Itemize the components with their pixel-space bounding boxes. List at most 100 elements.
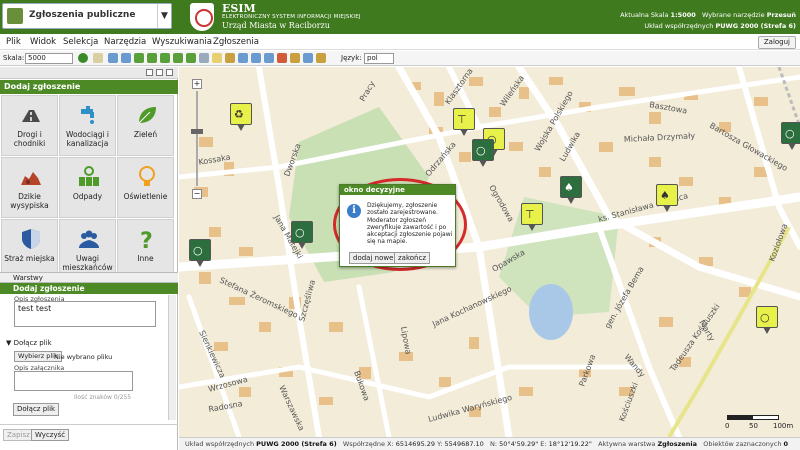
status-active-value: Zgłoszenia <box>657 440 697 448</box>
char-counter: Ilość znaków 0/255 <box>74 394 132 401</box>
status-n-value: 50°4'59.29" <box>499 440 539 448</box>
layers-title: Warstwy <box>13 274 43 282</box>
legend-icon[interactable] <box>316 53 326 63</box>
shield-icon <box>22 229 40 249</box>
chevron-down-icon[interactable]: ▼ <box>157 4 171 28</box>
select-icon[interactable] <box>199 53 209 63</box>
people-icon <box>79 230 99 248</box>
question-icon: ? <box>140 229 153 250</box>
tile-water[interactable]: Wodociągi i kanalizacja <box>59 95 116 156</box>
menu-widok[interactable]: Widok <box>30 37 56 47</box>
edit-icon[interactable] <box>290 53 300 63</box>
tile-label: Uwagi mieszkańców <box>62 254 113 272</box>
tile-residents-remarks[interactable]: Uwagi mieszkańców <box>59 219 116 280</box>
panel-strip <box>0 67 178 79</box>
tile-label: Inne <box>137 254 154 263</box>
tile-waste[interactable]: Odpady <box>59 157 116 218</box>
menu-wyszukiwania[interactable]: Wyszukiwania <box>152 37 212 47</box>
report-marker-lighting[interactable]: ○ <box>781 122 800 150</box>
report-marker-lighting[interactable]: ○ <box>472 139 494 167</box>
scale-input[interactable]: 5000 <box>25 53 73 64</box>
map-view[interactable]: Klasztorna Wileńska Wojska Polskiego Bas… <box>179 67 800 437</box>
leaf-icon <box>138 107 156 124</box>
tile-other[interactable]: ? Inne <box>117 219 174 280</box>
panel-close-icon[interactable] <box>166 69 173 76</box>
report-marker-lighting[interactable]: ○ <box>189 239 211 267</box>
panel-restore-icon[interactable] <box>146 69 153 76</box>
attachment-desc-textarea[interactable] <box>14 371 133 391</box>
status-selected-label: Obiektów zaznaczonych <box>703 440 782 448</box>
language-label: Język: <box>341 54 362 62</box>
street-label: Radosna <box>208 399 244 414</box>
menu-zgloszenia[interactable]: Zgłoszenia <box>213 37 259 47</box>
toolbar: Skala: 5000 Język: pol <box>0 51 800 66</box>
measure-icon[interactable] <box>251 53 261 63</box>
menu-plik[interactable]: Plik <box>6 37 21 47</box>
arrow-right-icon[interactable] <box>186 53 196 63</box>
layers-tool-icon[interactable] <box>264 53 274 63</box>
status-active-label: Aktywna warstwa <box>598 440 656 448</box>
finish-button[interactable]: zakończ <box>394 252 431 264</box>
report-marker-water[interactable]: ⊤ <box>521 203 543 231</box>
arrow-left-icon[interactable] <box>173 53 183 63</box>
form-buttons: Zapisz Wyczyść <box>0 424 178 444</box>
print-icon[interactable] <box>93 53 103 63</box>
tile-label: Wodociągi i kanalizacja <box>65 130 110 148</box>
street-label: Michała Drzymały <box>624 131 696 144</box>
lightbulb-icon <box>139 166 155 186</box>
info-tool-icon[interactable] <box>225 53 235 63</box>
road-icon <box>22 110 40 122</box>
tile-roads[interactable]: Drogi i chodniki <box>1 95 58 156</box>
pan-hand-icon[interactable] <box>212 53 222 63</box>
status-coords-label: Układ współrzędnych <box>185 440 255 448</box>
tile-lighting[interactable]: Oświetlenie <box>117 157 174 218</box>
menu-selekcja[interactable]: Selekcja <box>63 37 98 47</box>
go-icon[interactable] <box>78 53 88 63</box>
attach-section-title[interactable]: ▼ Dołącz plik <box>6 339 52 347</box>
layers-panel-toggle[interactable]: Warstwy <box>0 272 178 283</box>
export-icon[interactable] <box>303 53 313 63</box>
left-panel: Dodaj zgłoszenie Drogi i chodniki Wodoci… <box>0 67 178 450</box>
report-marker-water[interactable]: ⊤ <box>453 108 475 136</box>
description-textarea[interactable]: test test <box>14 301 156 327</box>
report-marker-greenery[interactable]: ♠ <box>656 184 678 212</box>
scale-input-label: Skala: <box>3 54 25 62</box>
tile-label: Odpady <box>72 192 103 201</box>
previous-view-icon[interactable] <box>147 53 157 63</box>
language-select[interactable]: pol <box>364 53 394 64</box>
next-view-icon[interactable] <box>160 53 170 63</box>
zoom-out-button[interactable]: − <box>192 189 202 199</box>
report-marker-lighting[interactable]: ○ <box>756 306 778 334</box>
save-button[interactable]: Zapisz <box>3 429 34 441</box>
zoom-in-button[interactable]: + <box>192 79 202 89</box>
login-button[interactable]: Zaloguj <box>757 36 796 49</box>
tile-illegal-dumps[interactable]: Dzikie wysypiska <box>1 157 58 218</box>
report-marker-lighting[interactable]: ○ <box>291 221 313 249</box>
brand-subtitle: ELEKTRONICZNY SYSTEM INFORMACJI MIEJSKIE… <box>222 14 361 20</box>
panel-maximize-icon[interactable] <box>156 69 163 76</box>
zoom-in-icon[interactable] <box>108 53 118 63</box>
add-new-button[interactable]: dodaj nowe <box>349 252 398 264</box>
dialog-title: okno decyzyjne <box>340 185 455 195</box>
tile-greenery[interactable]: Zieleń <box>117 95 174 156</box>
zoom-slider-handle[interactable] <box>191 129 203 134</box>
zoom-track[interactable] <box>196 91 198 186</box>
street-label: Pracy <box>358 79 377 103</box>
report-marker-greenery[interactable]: ♠ <box>560 176 582 204</box>
street-label: Ogrodowa <box>487 184 515 224</box>
category-grid: Drogi i chodniki Wodociągi i kanalizacja… <box>1 95 177 281</box>
clear-button[interactable]: Wyczyść <box>31 429 70 441</box>
zoom-out-icon[interactable] <box>121 53 131 63</box>
search-tool-icon[interactable] <box>238 53 248 63</box>
tile-city-guard[interactable]: Straż miejska <box>1 219 58 280</box>
attach-file-button[interactable]: Dołącz plik <box>13 403 60 416</box>
report-marker-waste[interactable]: ♻ <box>230 103 252 131</box>
zoom-extent-icon[interactable] <box>134 53 144 63</box>
tile-label: Zieleń <box>133 130 158 139</box>
form-scrollbar[interactable] <box>168 295 176 420</box>
info-icon: i <box>347 204 361 218</box>
layer-dropdown[interactable]: Zgłoszenia publiczne ▼ <box>2 3 172 29</box>
menu-narzedzia[interactable]: Narzędzia <box>104 37 146 47</box>
draw-icon[interactable] <box>277 53 287 63</box>
status-selected-value: 0 <box>783 440 789 448</box>
